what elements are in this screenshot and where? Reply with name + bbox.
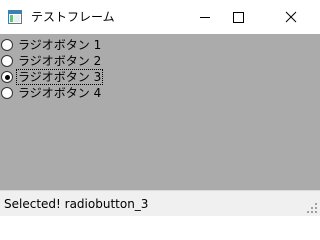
- app-window: テストフレーム ラジオボタン 1 ラジオボタン 2 ラジオボタン 3 ラジオボタ…: [0, 0, 320, 216]
- radio-label[interactable]: ラジオボタン 2: [17, 54, 102, 68]
- close-button[interactable]: [268, 0, 314, 34]
- radio-label[interactable]: ラジオボタン 1: [17, 38, 102, 52]
- radio-indicator[interactable]: [1, 87, 13, 99]
- radio-button-3[interactable]: ラジオボタン 3: [0, 69, 104, 85]
- radio-label[interactable]: ラジオボタン 3: [15, 69, 104, 85]
- maximize-button[interactable]: [216, 0, 262, 34]
- radio-button-4[interactable]: ラジオボタン 4: [0, 85, 102, 101]
- status-text: Selected! radiobutton_3: [4, 197, 149, 211]
- close-icon: [285, 11, 297, 23]
- size-grip-icon[interactable]: [306, 202, 318, 214]
- radio-button-1[interactable]: ラジオボタン 1: [0, 37, 102, 53]
- radio-label[interactable]: ラジオボタン 4: [17, 86, 102, 100]
- radio-indicator-selected[interactable]: [1, 71, 13, 83]
- radio-indicator[interactable]: [1, 55, 13, 67]
- maximize-icon: [233, 12, 244, 23]
- title-bar[interactable]: テストフレーム: [0, 0, 320, 34]
- radio-indicator[interactable]: [1, 39, 13, 51]
- status-bar: Selected! radiobutton_3: [0, 190, 320, 216]
- app-window-icon[interactable]: [8, 10, 22, 24]
- radio-button-2[interactable]: ラジオボタン 2: [0, 53, 102, 69]
- client-area: ラジオボタン 1 ラジオボタン 2 ラジオボタン 3 ラジオボタン 4: [0, 34, 320, 190]
- window-title: テストフレーム: [31, 10, 115, 24]
